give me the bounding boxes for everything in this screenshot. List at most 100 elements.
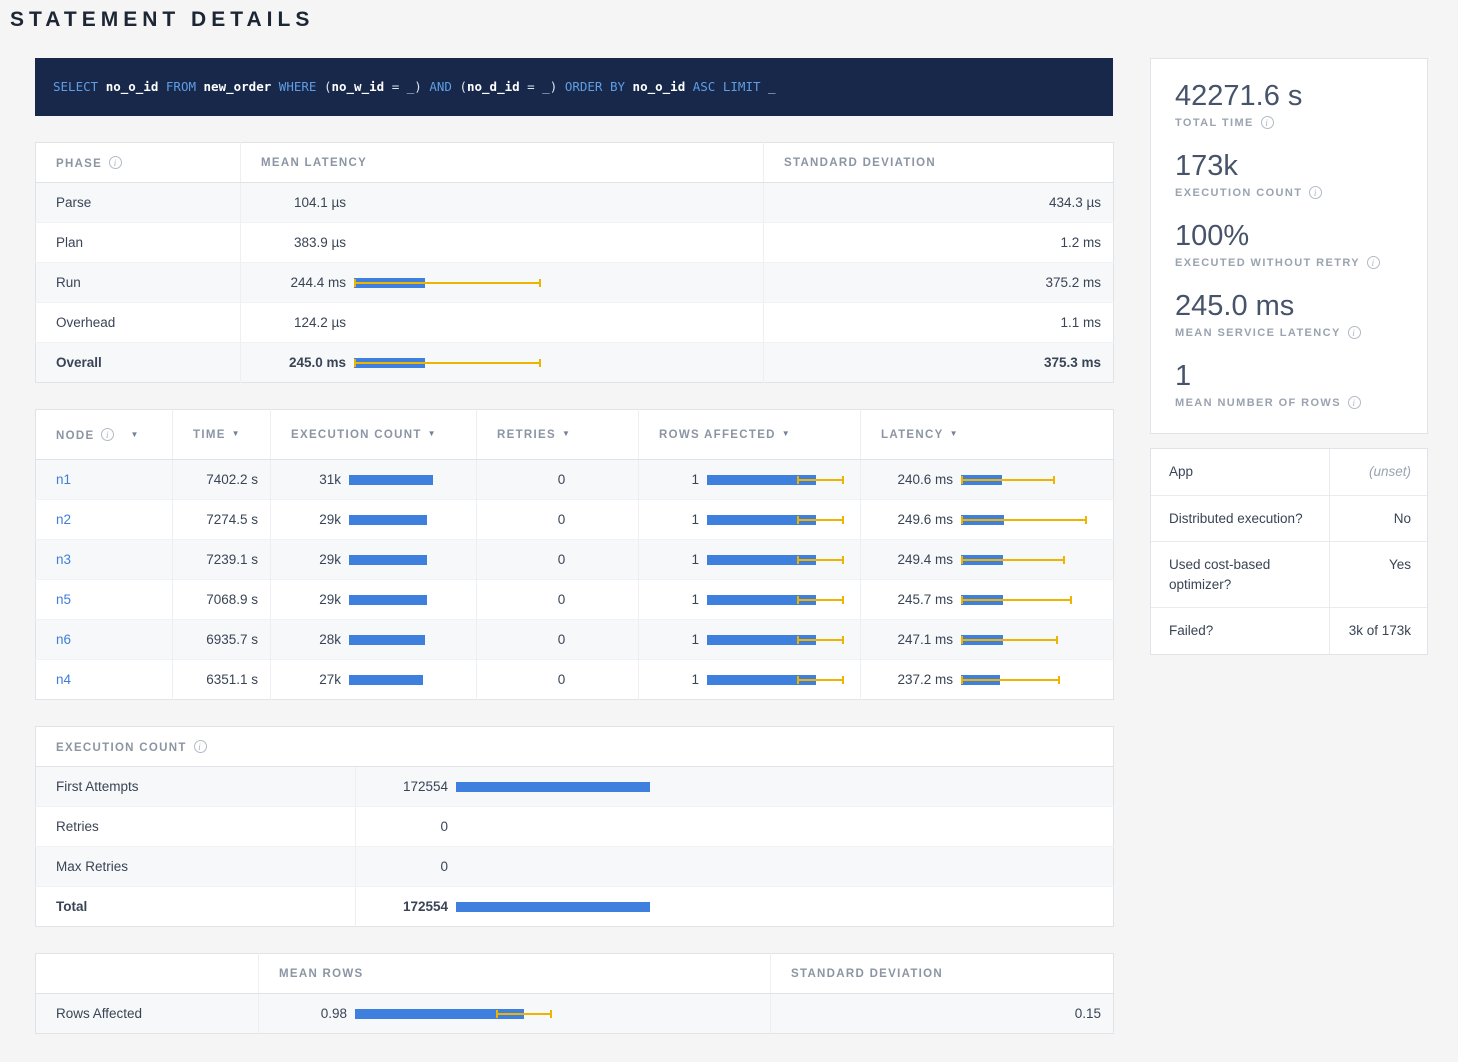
node-link[interactable]: n5: [56, 592, 71, 607]
attribute-value: Yes: [1330, 542, 1427, 607]
latency-cell: 247.1 ms: [861, 620, 1114, 660]
execution-count-bar-chart: [349, 594, 464, 606]
stdev-whisker: [496, 1013, 552, 1015]
stat-label: MEAN SERVICE LATENCYi: [1175, 326, 1403, 339]
node-cell: n6: [36, 620, 173, 660]
rows-affected-column-label: ROWS AFFECTED: [659, 429, 776, 441]
time-cell: 7239.1 s: [173, 540, 271, 580]
info-icon[interactable]: i: [194, 740, 207, 753]
sql-token: = _): [384, 79, 429, 94]
sort-arrow-icon[interactable]: ▼: [562, 429, 571, 438]
execution-count-row: First Attempts172554: [36, 767, 1114, 807]
stdev-whisker: [797, 639, 844, 641]
sql-token: FROM: [158, 79, 203, 94]
sql-token: new_order: [204, 79, 272, 94]
rows-affected-row: Rows Affected0.980.15: [36, 994, 1114, 1034]
info-icon[interactable]: i: [109, 156, 122, 169]
node-cell: n2: [36, 500, 173, 540]
sort-arrow-icon[interactable]: ▼: [428, 429, 437, 438]
node-link[interactable]: n3: [56, 552, 71, 567]
stat-label: MEAN NUMBER OF ROWSi: [1175, 396, 1403, 409]
latency-column-header[interactable]: LATENCY▼: [861, 410, 1114, 460]
execution-count-value: 27k: [291, 672, 341, 687]
count-bar-chart: [456, 901, 1101, 913]
time-cell: 7068.9 s: [173, 580, 271, 620]
phase-cell: Plan: [36, 223, 241, 263]
mean-rows-column-label: MEAN ROWS: [279, 968, 364, 980]
sql-token: no_d_id: [467, 79, 520, 94]
info-icon[interactable]: i: [101, 428, 114, 441]
latency-cell: 240.6 ms: [861, 460, 1114, 500]
sort-arrow-icon[interactable]: ▼: [130, 430, 139, 439]
sort-arrow-icon[interactable]: ▼: [782, 429, 791, 438]
sort-arrow-icon[interactable]: ▼: [950, 429, 959, 438]
attribute-label: Failed?: [1151, 608, 1330, 654]
retries-column-header[interactable]: RETRIES▼: [477, 410, 639, 460]
attribute-label: App: [1151, 449, 1330, 495]
stdev-cell: 375.3 ms: [764, 343, 1114, 383]
execution-count-column-header[interactable]: EXECUTION COUNT▼: [271, 410, 477, 460]
node-cell: n1: [36, 460, 173, 500]
node-link[interactable]: n2: [56, 512, 71, 527]
stat-label-text: EXECUTION COUNT: [1175, 187, 1302, 199]
latency-bar-chart: [354, 357, 751, 369]
execution-count-cell: 29k: [271, 580, 477, 620]
stdev-whisker: [354, 362, 541, 364]
retries-cell: 0: [477, 540, 639, 580]
rows-stdev-column-header: STANDARD DEVIATION: [771, 954, 1114, 994]
node-column-header[interactable]: NODEi▼: [36, 410, 173, 460]
stdev-column-label: STANDARD DEVIATION: [784, 157, 936, 169]
info-icon[interactable]: i: [1348, 396, 1361, 409]
stat-label-text: TOTAL TIME: [1175, 117, 1254, 129]
phase-column-label: PHASE: [56, 158, 102, 170]
rows-affected-value: 1: [659, 632, 699, 647]
attribute-label: Used cost-based optimizer?: [1151, 542, 1330, 607]
retries-cell: 0: [477, 580, 639, 620]
rows-affected-cell: 1: [639, 660, 861, 700]
mean-latency-cell: 104.1 µs: [241, 183, 764, 223]
info-icon[interactable]: i: [1367, 256, 1380, 269]
latency-bar-chart: [354, 317, 751, 329]
sql-token: no_o_id: [106, 79, 159, 94]
retries-cell: 0: [477, 660, 639, 700]
rows-affected-value: 1: [659, 472, 699, 487]
sort-arrow-icon[interactable]: ▼: [232, 429, 241, 438]
mean-latency-value: 383.9 µs: [261, 235, 346, 250]
execution-count-value: 31k: [291, 472, 341, 487]
node-link[interactable]: n6: [56, 632, 71, 647]
info-icon[interactable]: i: [1261, 116, 1274, 129]
node-row: n37239.1 s29k01249.4 ms: [36, 540, 1114, 580]
time-column-header[interactable]: TIME▼: [173, 410, 271, 460]
statement-details-page: STATEMENT DETAILS SELECT no_o_id FROM ne…: [0, 0, 1458, 1062]
phase-cell: Run: [36, 263, 241, 303]
stat-value: 1: [1175, 359, 1403, 393]
attribute-value: 3k of 173k: [1330, 608, 1427, 654]
time-cell: 7274.5 s: [173, 500, 271, 540]
retries-cell: 0: [477, 460, 639, 500]
mean-rows-value: 0.98: [279, 1006, 347, 1021]
mean-bar: [349, 635, 425, 645]
execution-count-cell: 29k: [271, 540, 477, 580]
rows-affected-column-header[interactable]: ROWS AFFECTED ▼: [639, 410, 861, 460]
stdev-whisker: [961, 479, 1055, 481]
attribute-row: Failed?3k of 173k: [1151, 608, 1427, 654]
mean-latency-column-label: MEAN LATENCY: [261, 157, 367, 169]
node-link[interactable]: n1: [56, 472, 71, 487]
node-link[interactable]: n4: [56, 672, 71, 687]
execution-count-cell: 28k: [271, 620, 477, 660]
rows-affected-table: MEAN ROWS STANDARD DEVIATION Rows Affect…: [35, 953, 1114, 1034]
execution-count-value: 28k: [291, 632, 341, 647]
info-icon[interactable]: i: [1309, 186, 1322, 199]
mean-rows-cell: 0.98: [259, 994, 771, 1034]
stdev-cell: 1.2 ms: [764, 223, 1114, 263]
node-cell: n5: [36, 580, 173, 620]
rows-affected-bar-chart: [707, 674, 848, 686]
summary-stat: 42271.6 sTOTAL TIMEi: [1175, 79, 1403, 129]
stdev-whisker: [961, 599, 1072, 601]
rows-table-empty-header: [36, 954, 259, 994]
latency-cell: 249.4 ms: [861, 540, 1114, 580]
label-cell: Max Retries: [36, 847, 356, 887]
mean-bar: [349, 595, 427, 605]
stdev-whisker: [797, 559, 844, 561]
info-icon[interactable]: i: [1348, 326, 1361, 339]
